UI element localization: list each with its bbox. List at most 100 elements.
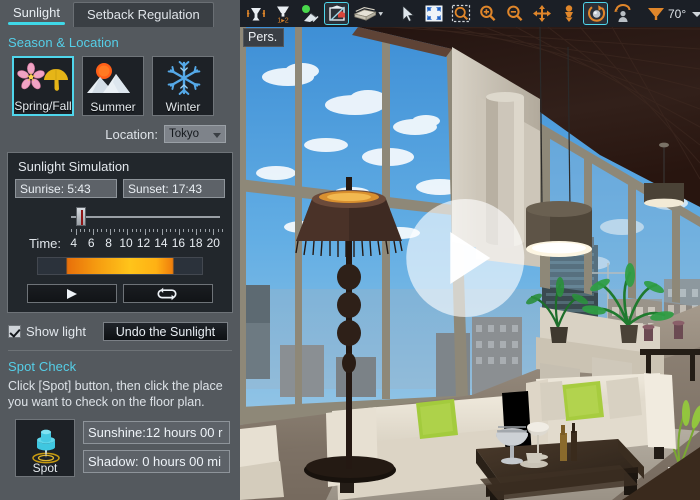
sunlight-simulation-heading: Sunlight Simulation xyxy=(18,159,130,174)
season-button-group: Spring/Fall Summer Winter xyxy=(0,54,240,116)
orbit-icon xyxy=(587,5,605,22)
time-tick-label: 10 xyxy=(119,236,133,250)
material-icon xyxy=(301,5,318,22)
avatar-view-button[interactable] xyxy=(610,2,635,25)
tab-sunlight[interactable]: Sunlight xyxy=(0,1,73,27)
zoom-out-icon xyxy=(506,5,522,22)
light-step-icon: 1▸2 xyxy=(276,6,289,23)
time-tick-label: 12 xyxy=(136,236,151,250)
chevron-down-icon xyxy=(692,11,700,17)
location-row: Location: Tokyo xyxy=(0,116,240,143)
season-button-spring-fall[interactable]: Spring/Fall xyxy=(12,56,74,116)
playback-buttons xyxy=(27,284,213,303)
zoom-region-button[interactable] xyxy=(448,2,473,25)
light-step-button[interactable]: 1▸2 xyxy=(270,2,295,25)
season-label-summer: Summer xyxy=(90,100,136,114)
spot-check-hint-line2: you want to check on the floor plan. xyxy=(8,395,205,409)
projection-mode-label: Pers. xyxy=(243,28,285,47)
pushpin-icon xyxy=(32,429,60,464)
time-axis-row: Time: 4 6 8 10 12 14 16 18 20 xyxy=(15,236,225,252)
select-arrow-button[interactable] xyxy=(394,2,419,25)
season-location-heading: Season & Location xyxy=(8,35,119,50)
cushion-green-left xyxy=(416,399,458,439)
house-section-icon xyxy=(328,5,345,21)
sunshine-result-field: Sunshine:12 hours 00 r xyxy=(83,421,230,444)
zoom-out-button[interactable] xyxy=(502,2,527,25)
cushion-green-main xyxy=(562,381,604,421)
time-tick-label: 20 xyxy=(206,236,220,250)
svg-text:1▸2: 1▸2 xyxy=(277,17,288,23)
cherry-blossom-ginkgo-icon xyxy=(14,62,72,98)
snowflake-icon xyxy=(153,61,213,97)
sunrise-field: Sunrise: 5:43 xyxy=(15,179,117,198)
show-light-checkbox[interactable] xyxy=(8,325,21,338)
time-axis-labels: 4 6 8 10 12 14 16 18 20 xyxy=(65,236,222,252)
orbit-button[interactable] xyxy=(583,2,608,25)
tab-setback-regulation[interactable]: Setback Regulation xyxy=(72,2,214,27)
time-slider[interactable] xyxy=(67,207,222,229)
spot-check-results: Sunshine:12 hours 00 r Shadow: 0 hours 0… xyxy=(83,419,230,477)
time-axis-ticks xyxy=(67,229,223,236)
spot-check-heading: Spot Check xyxy=(8,359,77,374)
show-light-label: Show light xyxy=(26,324,86,339)
sun-mountain-icon xyxy=(83,61,143,97)
spot-check-hint-line1: Click [Spot] button, then click the plac… xyxy=(8,379,223,393)
fov-cone-icon xyxy=(648,8,664,20)
season-label-winter: Winter xyxy=(165,100,201,114)
time-slider-thumb[interactable] xyxy=(76,207,87,226)
light-all-icon xyxy=(246,8,265,21)
viewport-panel: 1▸2 70° Pers. xyxy=(240,0,700,500)
3d-render-scene[interactable] xyxy=(240,27,700,500)
chevron-down-icon xyxy=(213,133,221,138)
sunrise-sunset-row: Sunrise: 5:43 Sunset: 17:43 xyxy=(15,179,225,198)
location-label: Location: xyxy=(105,126,158,142)
time-tick-label: 16 xyxy=(171,236,186,250)
zoom-in-button[interactable] xyxy=(475,2,500,25)
spot-check-controls: Spot Sunshine:12 hours 00 r Shadow: 0 ho… xyxy=(0,410,240,477)
house-section-button[interactable] xyxy=(324,2,349,25)
pan-button[interactable] xyxy=(529,2,554,25)
time-tick-label: 14 xyxy=(154,236,168,250)
shadow-result-field: Shadow: 0 hours 00 mi xyxy=(83,450,230,473)
time-tick-label: 4 xyxy=(70,236,78,250)
sunlight-simulation-panel: Sunlight Simulation Sunrise: 5:43 Sunset… xyxy=(7,152,233,313)
undo-sunlight-button[interactable]: Undo the Sunlight xyxy=(102,322,228,341)
season-label-spring-fall: Spring/Fall xyxy=(14,99,72,113)
viewport-toolbar: 1▸2 70° xyxy=(240,0,700,27)
fit-screen-button[interactable] xyxy=(421,2,446,25)
daylight-gradient-bar xyxy=(37,257,203,275)
avatar-view-icon xyxy=(613,4,630,22)
fit-screen-icon xyxy=(425,5,442,22)
time-tick-label: 8 xyxy=(105,236,112,250)
show-light-row: Show light Undo the Sunlight xyxy=(0,313,240,341)
floor-stack-button[interactable] xyxy=(351,2,385,25)
field-of-view-control[interactable]: 70° xyxy=(643,2,700,25)
time-tick-label: 6 xyxy=(87,236,95,250)
season-button-winter[interactable]: Winter xyxy=(152,56,214,116)
location-dropdown[interactable]: Tokyo xyxy=(164,125,226,143)
walk-down-button[interactable] xyxy=(556,2,581,25)
zoom-region-icon xyxy=(451,4,470,23)
sidebar-panel: Sunlight Setback Regulation Season & Loc… xyxy=(0,0,240,500)
play-icon xyxy=(67,288,77,299)
time-label: Time: xyxy=(28,236,61,251)
play-button[interactable] xyxy=(27,284,117,303)
application-window: Sunlight Setback Regulation Season & Loc… xyxy=(0,0,700,500)
location-value: Tokyo xyxy=(169,128,200,140)
time-slider-track xyxy=(71,216,220,218)
play-overlay-button[interactable] xyxy=(406,199,525,317)
light-all-button[interactable] xyxy=(243,2,268,25)
time-tick-label: 18 xyxy=(189,236,203,250)
loop-button[interactable] xyxy=(123,284,213,303)
fov-value: 70° xyxy=(668,6,687,21)
season-button-summer[interactable]: Summer xyxy=(82,56,144,116)
spot-button[interactable]: Spot xyxy=(15,419,75,477)
floor-stack-icon xyxy=(353,6,384,21)
pan-icon xyxy=(532,5,551,22)
tab-strip: Sunlight Setback Regulation xyxy=(0,0,240,27)
walk-down-icon xyxy=(564,5,573,22)
select-arrow-icon xyxy=(402,5,414,23)
material-button[interactable] xyxy=(297,2,322,25)
zoom-in-icon xyxy=(479,5,495,22)
sunset-field: Sunset: 17:43 xyxy=(123,179,225,198)
